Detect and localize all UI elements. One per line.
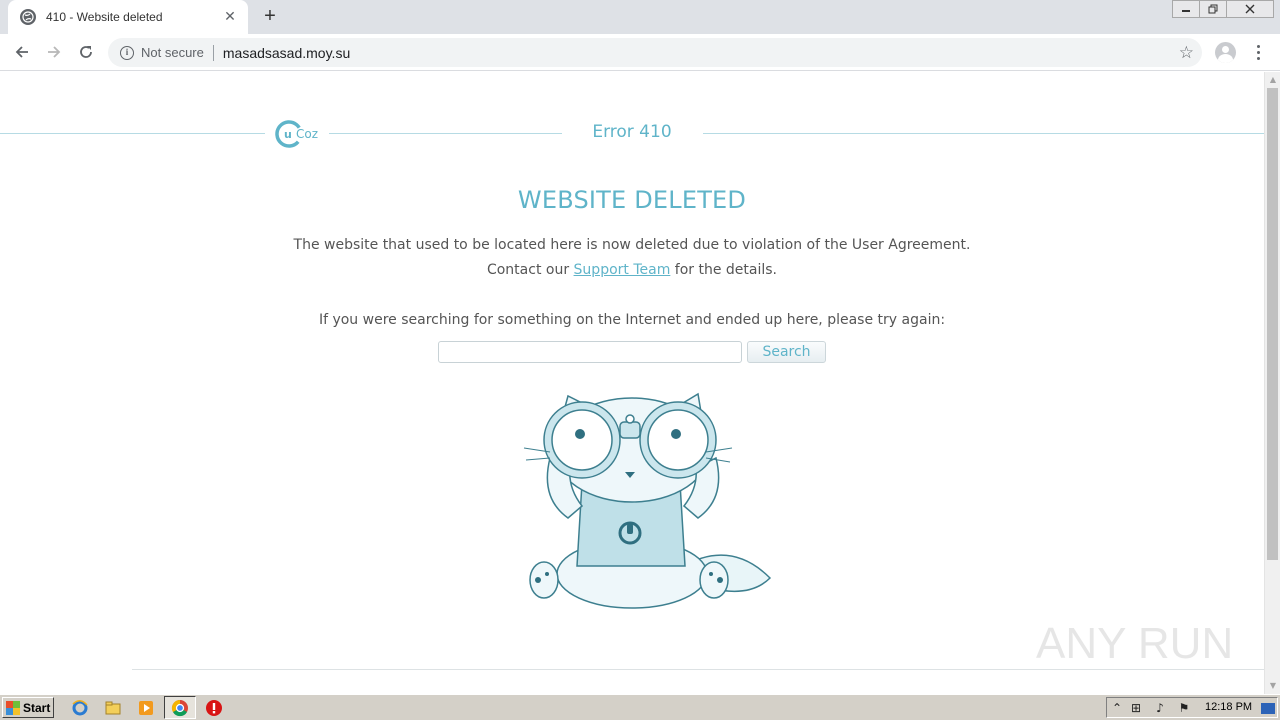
windows-flag-icon [6,700,20,715]
action-center-flag-icon[interactable]: ⚑ [1177,701,1191,715]
stop-warning-icon[interactable] [205,699,223,717]
contact-suffix: for the details. [670,262,778,278]
contact-message: Contact our Support Team for the details… [0,262,1264,278]
scroll-up-arrow-icon[interactable]: ▲ [1265,72,1280,88]
minimize-button[interactable] [1172,0,1200,18]
page-headline: WEBSITE DELETED [517,186,747,214]
tray-expand-icon[interactable]: ⌃ [1110,701,1124,715]
omnibox-separator [212,44,214,61]
reload-icon[interactable] [70,36,102,68]
network-icon[interactable]: ⊞ [1129,701,1143,715]
tab-title: 410 - Website deleted [46,10,163,24]
search-input[interactable] [438,341,742,363]
restore-button[interactable] [1199,0,1227,18]
new-tab-button[interactable]: + [259,6,281,28]
deleted-message: The website that used to be located here… [293,237,971,253]
close-window-button[interactable] [1226,0,1274,18]
contact-prefix: Contact our [486,262,574,278]
file-explorer-icon[interactable] [104,699,122,717]
error-code: Error 410 [592,122,672,142]
support-team-link[interactable]: Support Team [574,262,671,278]
chrome-icon[interactable] [171,699,189,717]
info-icon[interactable]: i [120,45,134,60]
header-divider-middle [329,133,562,134]
svg-text:u: u [284,128,292,141]
tab-strip: 410 - Website deleted ✕ + [0,0,1280,34]
address-bar[interactable]: i Not secure masadsasad.moy.su ☆ [108,38,1202,67]
globe-icon [20,9,36,25]
windows-taskbar: Start ⌃ ⊞ ♪ ⚑ 12:18 PM [0,694,1280,720]
page-viewport: u Coz Error 410 WEBSITE DELETED The webs… [0,72,1264,694]
volume-icon[interactable]: ♪ [1153,701,1167,715]
svg-text:Coz: Coz [296,127,318,141]
start-button[interactable]: Start [2,697,54,718]
bookmark-star-icon[interactable]: ☆ [1179,43,1194,63]
profile-avatar-icon[interactable] [1215,42,1236,63]
browser-toolbar: i Not secure masadsasad.moy.su ☆ [0,34,1280,71]
back-arrow-icon[interactable] [6,36,38,68]
internet-explorer-icon[interactable] [71,699,89,717]
scroll-down-arrow-icon[interactable]: ▼ [1265,678,1280,694]
start-label: Start [23,700,51,715]
window-controls [1172,0,1274,20]
scrollbar-thumb[interactable] [1267,88,1278,560]
security-label: Not secure [141,45,204,60]
kebab-menu-icon[interactable] [1250,41,1266,63]
anyrun-watermark: ANY RUN [1036,619,1233,668]
header-divider-left [0,133,265,134]
taskbar-clock[interactable]: 12:18 PM [1205,701,1252,713]
media-player-icon[interactable] [137,699,155,717]
search-button[interactable]: Search [747,341,826,363]
forward-arrow-icon[interactable] [38,36,70,68]
system-tray: ⌃ ⊞ ♪ ⚑ 12:18 PM [1106,697,1278,718]
cat-binoculars-mascot [523,392,772,609]
browser-tab[interactable]: 410 - Website deleted ✕ [8,0,248,34]
header-divider-right [703,133,1264,134]
watermark-text: ANY RUN [1036,619,1233,668]
ucoz-logo[interactable]: u Coz [275,119,323,149]
vertical-scrollbar[interactable]: ▲ ▼ [1264,72,1280,694]
url-text[interactable]: masadsasad.moy.su [223,45,350,61]
search-prompt: If you were searching for something on t… [318,312,946,328]
show-desktop-icon[interactable] [1261,703,1275,714]
tab-close-icon[interactable]: ✕ [222,9,238,25]
